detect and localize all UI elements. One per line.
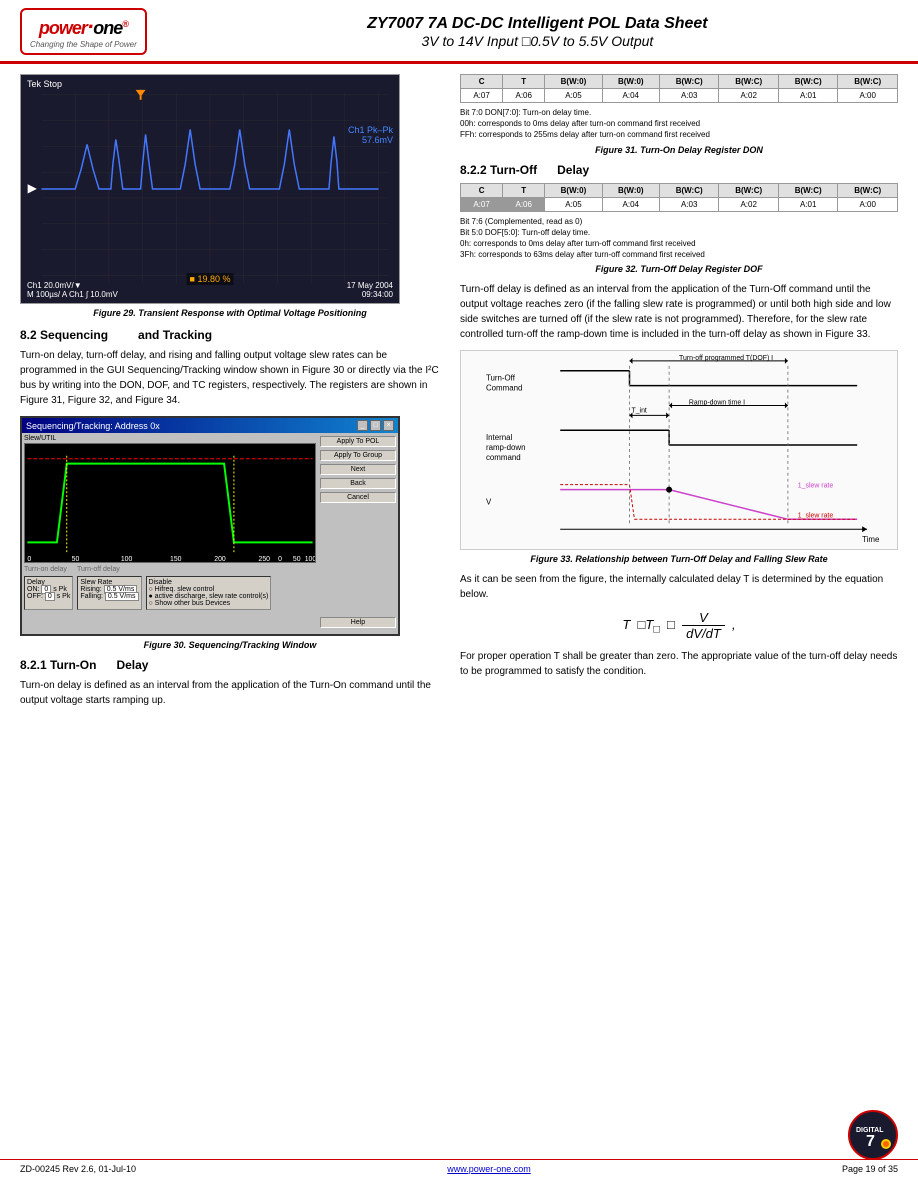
gui-title: Sequencing/Tracking: Address 0x	[26, 421, 160, 431]
logo-area: power·one® Changing the Shape of Power	[20, 8, 147, 55]
svg-text:Command: Command	[486, 384, 522, 393]
svg-text:Ramp-down time I: Ramp-down time I	[689, 400, 745, 407]
title-line2: 3V to 14V Input □0.5V to 5.5V Output	[177, 33, 898, 49]
main-content: ▶ Tek Stop Ch1 Pk–Pk 57.6mV ■ 19.80 % Ch…	[0, 64, 918, 726]
delay-diagram: Turn-Off Command Internal ramp-down comm…	[460, 350, 898, 550]
svg-text:V: V	[486, 498, 492, 507]
svg-text:0: 0	[27, 556, 31, 562]
svg-text:200: 200	[214, 556, 226, 562]
svg-text:250: 250	[259, 556, 271, 562]
svg-text:50: 50	[72, 556, 80, 562]
scope-percentage: ■ 19.80 %	[187, 273, 234, 285]
section-8-2-2-text1: Turn-off delay is defined as an interval…	[460, 282, 898, 342]
svg-text:command: command	[486, 453, 521, 462]
digital7-logo: DIGITAL 7	[848, 1110, 898, 1160]
reg-don-table: C T B(W:0) B(W:0) B(W:C) B(W:C) B(W:C) B…	[460, 74, 898, 103]
section-8-2-2-heading: 8.2.2 Turn-Off Delay	[460, 163, 898, 177]
gui-close-btn[interactable]: ×	[383, 420, 394, 431]
svg-text:Time: Time	[862, 535, 880, 544]
svg-text:ramp-down: ramp-down	[486, 443, 526, 452]
gui-minimize-btn[interactable]: _	[357, 420, 368, 431]
reg-dof-table: C T B(W:0) B(W:0) B(W:C) B(W:C) B(W:C) B…	[460, 183, 898, 212]
section-8-2-1-heading: 8.2.1 Turn-On Delay	[20, 658, 440, 672]
svg-text:1_slew rate: 1_slew rate	[798, 513, 834, 520]
svg-text:150: 150	[170, 556, 182, 562]
gui-slew-label: Slew/UTIL	[24, 435, 316, 442]
gui-chart-left: Slew/UTIL 0 50	[22, 433, 318, 631]
gui-bottom-labels: Turn-on delay Turn-off delay	[24, 566, 316, 573]
page-header: power·one® Changing the Shape of Power Z…	[0, 0, 918, 64]
footer-link[interactable]: www.power-one.com	[447, 1164, 531, 1174]
header-title: ZY7007 7A DC-DC Intelligent POL Data She…	[147, 15, 898, 49]
gui-delay-group: Delay ON: 0 s Pk OFF: 0 s Pk	[24, 576, 73, 610]
section-8-2-text: Turn-on delay, turn-off delay, and risin…	[20, 348, 440, 408]
svg-text:Internal: Internal	[486, 433, 513, 442]
gui-body: Slew/UTIL 0 50	[22, 433, 398, 631]
footer-left: ZD-00245 Rev 2.6, 01-Jul-10	[20, 1164, 136, 1174]
gui-disable-group: Disable ○ Hifreq. slew control ● active …	[146, 576, 272, 610]
svg-text:0: 0	[278, 556, 282, 562]
scope-bottom-left: Ch1 20.0mV/▼ M 100µs/ A Ch1 ∫ 10.0mV	[27, 281, 118, 299]
reg-don-notes: Bit 7:0 DON[7:0]: Turn-on delay time. 00…	[460, 107, 898, 141]
section-8-2-2-text2: As it can be seen from the figure, the i…	[460, 572, 898, 602]
gui-right-panel: Apply To POL Apply To Group Next Back Ca…	[318, 433, 398, 631]
logo-text: power·one®	[39, 14, 128, 40]
footer-right: Page 19 of 35	[842, 1164, 898, 1174]
svg-text:1_slew rate: 1_slew rate	[798, 483, 834, 490]
svg-text:T_int: T_int	[631, 408, 646, 415]
gui-close-buttons: _ □ ×	[357, 420, 394, 431]
fig33-caption: Figure 33. Relationship between Turn-Off…	[460, 554, 898, 564]
left-column: ▶ Tek Stop Ch1 Pk–Pk 57.6mV ■ 19.80 % Ch…	[20, 74, 440, 716]
equation-text: T □T□ □ V dV/dT ,	[622, 617, 735, 632]
right-column: C T B(W:0) B(W:0) B(W:C) B(W:C) B(W:C) B…	[460, 74, 898, 716]
fig31-caption: Figure 31. Turn-On Delay Register DON	[460, 145, 898, 155]
gui-apply-pol-btn[interactable]: Apply To POL	[320, 436, 396, 447]
scope-label-top: Tek Stop	[27, 79, 62, 89]
fig29-caption: Figure 29. Transient Response with Optim…	[20, 308, 440, 318]
gui-slew-group: Slew Rate Rising: 0.5 V/ms Falling: 0.5 …	[77, 576, 141, 610]
svg-text:7: 7	[866, 1133, 875, 1150]
svg-text:100: 100	[121, 556, 133, 562]
gui-help-btn[interactable]: Help	[320, 617, 396, 628]
gui-window: Sequencing/Tracking: Address 0x _ □ × Sl…	[20, 416, 400, 636]
oscilloscope-figure: ▶ Tek Stop Ch1 Pk–Pk 57.6mV ■ 19.80 % Ch…	[20, 74, 400, 304]
gui-titlebar: Sequencing/Tracking: Address 0x _ □ ×	[22, 418, 398, 433]
reg-dof-notes: Bit 7:6 (Complemented, read as 0) Bit 5:…	[460, 216, 898, 261]
gui-apply-group-btn[interactable]: Apply To Group	[320, 450, 396, 461]
logo-sub: Changing the Shape of Power	[30, 40, 137, 49]
svg-text:Turn-Off: Turn-Off	[486, 374, 516, 383]
logo-box: power·one® Changing the Shape of Power	[20, 8, 147, 55]
page-footer: ZD-00245 Rev 2.6, 01-Jul-10 www.power-on…	[0, 1159, 918, 1178]
gui-controls-row: Delay ON: 0 s Pk OFF: 0 s Pk Slew Rate R…	[24, 576, 316, 610]
section-8-2-heading: 8.2 Sequencing and Tracking	[20, 328, 440, 342]
gui-next-btn[interactable]: Next	[320, 464, 396, 475]
fig30-caption: Figure 30. Sequencing/Tracking Window	[20, 640, 440, 650]
gui-chart: 0 50 100 150 200 250 0 50 100	[24, 443, 316, 563]
gui-maximize-btn[interactable]: □	[370, 420, 381, 431]
title-line1: ZY7007 7A DC-DC Intelligent POL Data She…	[177, 15, 898, 33]
equation-area: T □T□ □ V dV/dT ,	[460, 610, 898, 641]
svg-text:50: 50	[293, 556, 301, 562]
scope-ch1-label: Ch1 Pk–Pk 57.6mV	[348, 125, 393, 145]
fig32-caption: Figure 32. Turn-Off Delay Register DOF	[460, 264, 898, 274]
section-8-2-1-text: Turn-on delay is defined as an interval …	[20, 678, 440, 708]
scope-date: 17 May 2004 09:34:00	[347, 281, 393, 299]
svg-text:Turn-off programmed T(DOF) I: Turn-off programmed T(DOF) I	[679, 355, 773, 362]
section-8-2-2-text3: For proper operation T shall be greater …	[460, 649, 898, 679]
gui-back-btn[interactable]: Back	[320, 478, 396, 489]
svg-text:100: 100	[305, 556, 315, 562]
gui-cancel-btn[interactable]: Cancel	[320, 492, 396, 503]
svg-text:▶: ▶	[28, 181, 38, 195]
